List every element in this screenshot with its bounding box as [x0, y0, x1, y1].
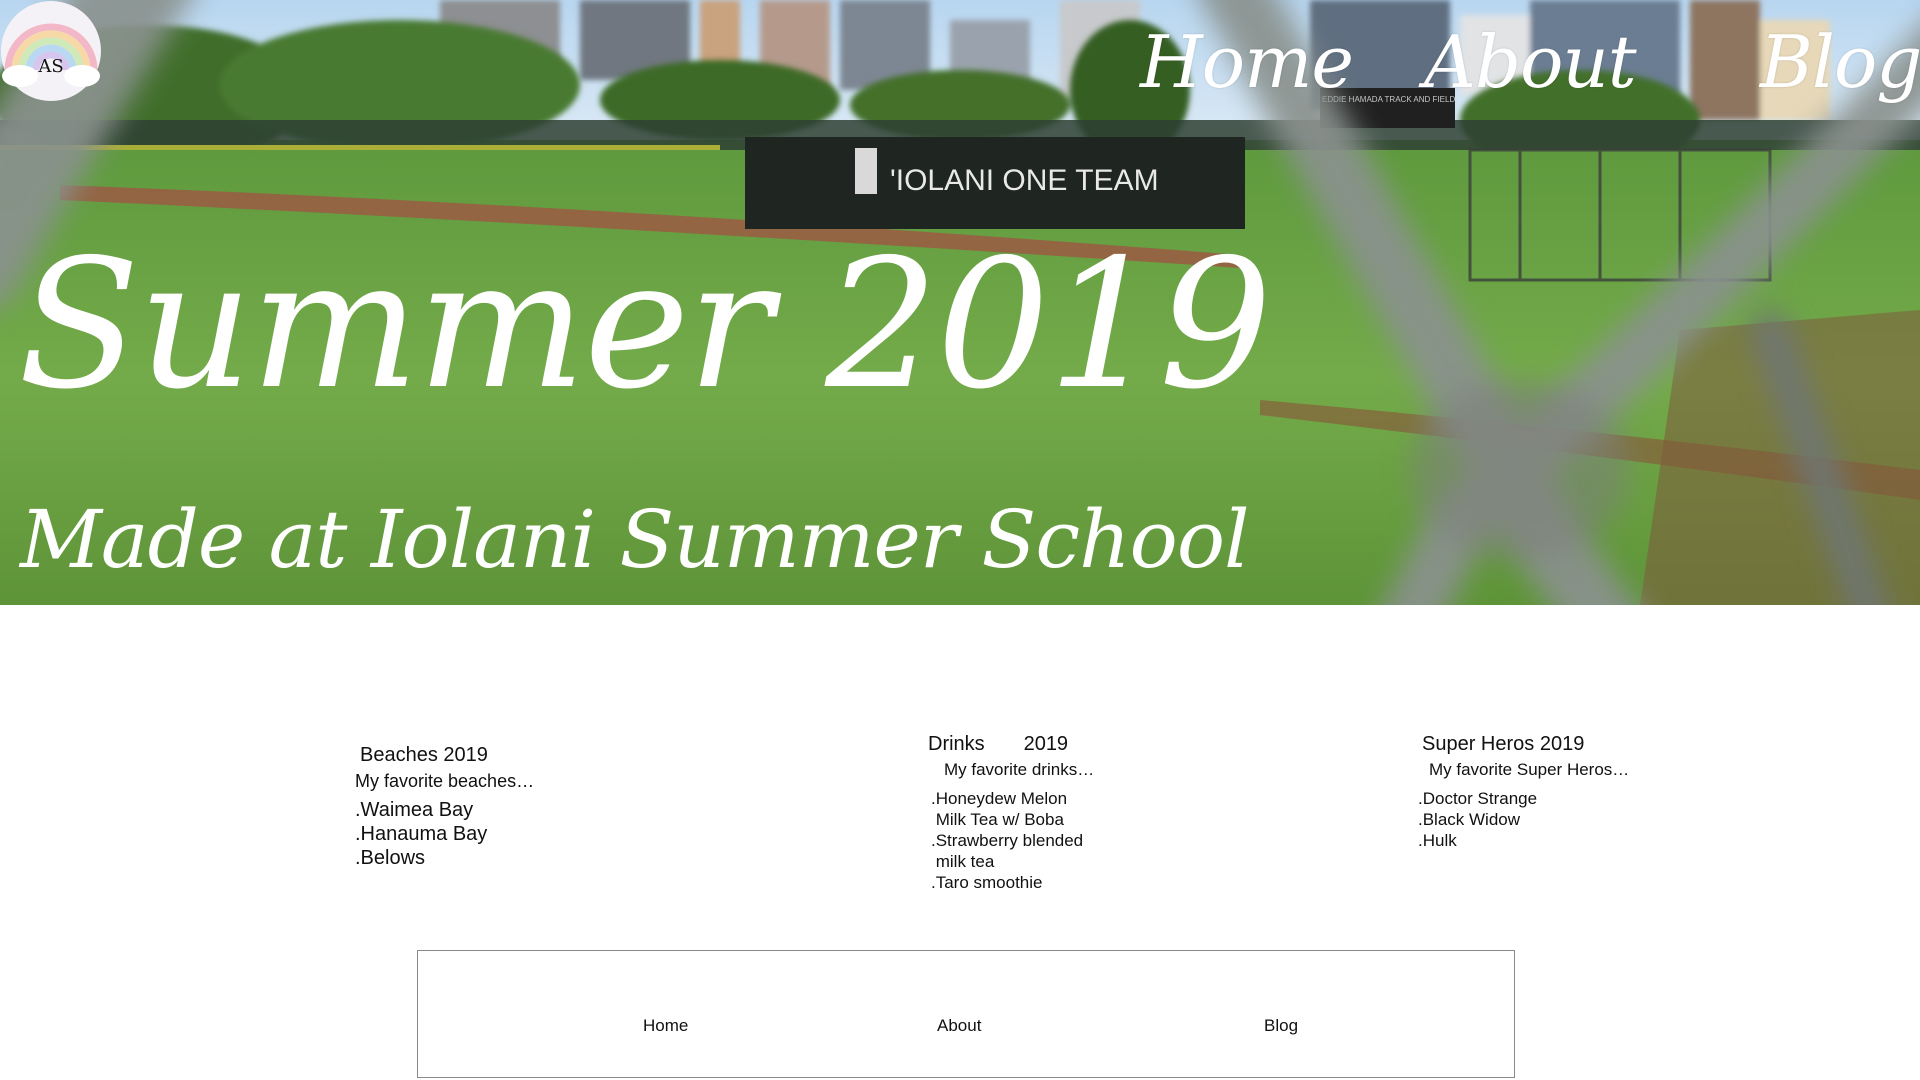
- top-nav: Home About Blog: [0, 20, 1920, 120]
- beaches-heading: Beaches 2019: [360, 744, 488, 766]
- superheroes-section: Super Heros 2019 My favorite Super Heros…: [1418, 733, 1629, 851]
- beaches-list: .Waimea Bay .Hanauma Bay .Belows: [355, 798, 534, 870]
- list-item: .Hulk: [1418, 831, 1457, 850]
- hero-subtitle: Made at Iolani Summer School: [20, 493, 1250, 586]
- list-item: milk tea: [931, 852, 995, 871]
- list-item: .Taro smoothie: [931, 873, 1043, 892]
- superheroes-list: .Doctor Strange .Black Widow .Hulk: [1418, 788, 1629, 851]
- superheroes-heading: Super Heros 2019: [1422, 733, 1585, 755]
- list-item: .Waimea Bay: [355, 799, 474, 821]
- hero-sign-text: 'IOLANI ONE TEAM: [890, 164, 1159, 197]
- drinks-list: .Honeydew Melon Milk Tea w/ Boba .Strawb…: [931, 788, 1094, 893]
- list-item: .Black Widow: [1418, 810, 1521, 829]
- list-item: .Belows: [355, 847, 426, 869]
- list-item: .Hanauma Bay: [355, 823, 488, 845]
- superheroes-intro: My favorite Super Heros…: [1429, 760, 1630, 779]
- drinks-section: Drinks 2019 My favorite drinks… .Honeyde…: [928, 733, 1094, 893]
- top-nav-about-link[interactable]: About: [1424, 20, 1637, 104]
- footer-blog-link[interactable]: Blog: [1264, 1016, 1298, 1036]
- list-item: .Honeydew Melon: [931, 789, 1068, 808]
- top-nav-blog-link[interactable]: Blog: [1760, 20, 1920, 104]
- footer-nav: Home About Blog: [417, 950, 1515, 1078]
- top-nav-home-link[interactable]: Home: [1140, 20, 1354, 104]
- hero-title: Summer 2019: [18, 221, 1272, 428]
- drinks-intro: My favorite drinks…: [944, 760, 1095, 779]
- list-item: Milk Tea w/ Boba: [931, 810, 1064, 829]
- footer-about-link[interactable]: About: [937, 1016, 981, 1036]
- beaches-section: Beaches 2019 My favorite beaches… .Waime…: [355, 744, 534, 870]
- footer-home-link[interactable]: Home: [643, 1016, 688, 1036]
- list-item: .Strawberry blended: [931, 831, 1084, 850]
- page: 'IOLANI ONE TEAM EDDIE HAMADA TRACK AND …: [0, 0, 1920, 1080]
- drinks-heading: Drinks 2019: [928, 733, 1069, 755]
- beaches-intro: My favorite beaches…: [355, 771, 535, 791]
- hero-banner: 'IOLANI ONE TEAM EDDIE HAMADA TRACK AND …: [0, 0, 1920, 605]
- list-item: .Doctor Strange: [1418, 789, 1538, 808]
